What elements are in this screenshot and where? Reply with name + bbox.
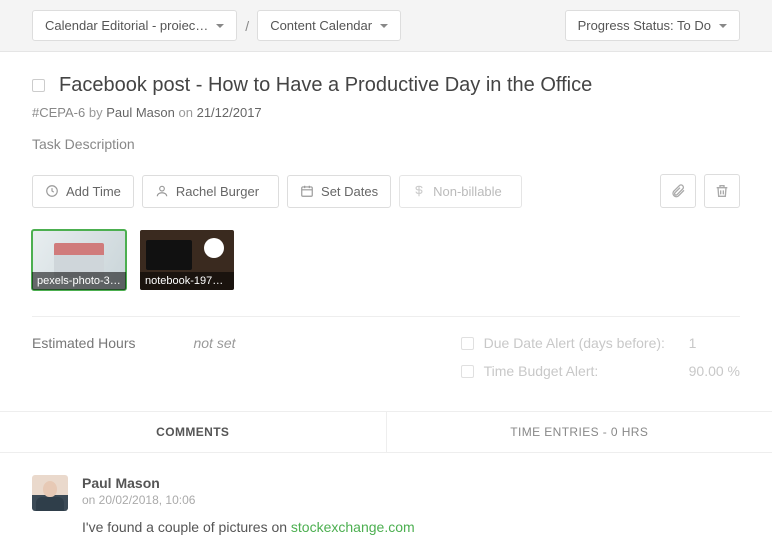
due-alert-checkbox[interactable] <box>461 337 474 350</box>
billable-dropdown[interactable]: Non-billable <box>399 175 522 208</box>
attachment-name: pexels-photo-3… <box>32 272 126 290</box>
status-dropdown-label: Progress Status: To Do <box>578 18 711 33</box>
task-created-date: 21/12/2017 <box>197 105 262 120</box>
attach-button[interactable] <box>660 174 696 208</box>
task-complete-checkbox[interactable] <box>32 79 45 92</box>
person-icon <box>155 184 169 198</box>
calendar-dropdown[interactable]: Content Calendar <box>257 10 401 41</box>
tab-comments[interactable]: COMMENTS <box>0 412 387 452</box>
attachment-name: notebook-1971… <box>140 272 234 290</box>
comment-timestamp: on 20/02/2018, 10:06 <box>82 493 415 507</box>
delete-button[interactable] <box>704 174 740 208</box>
attachment-thumb[interactable]: pexels-photo-3… <box>32 230 126 290</box>
add-time-button[interactable]: Add Time <box>32 175 134 208</box>
chevron-down-icon <box>380 24 388 28</box>
task-description[interactable]: Task Description <box>32 136 740 152</box>
task-author: Paul Mason <box>106 105 175 120</box>
chevron-down-icon <box>216 24 224 28</box>
comment-author: Paul Mason <box>82 475 415 491</box>
assignee-dropdown[interactable]: Rachel Burger <box>142 175 279 208</box>
comment: Paul Mason on 20/02/2018, 10:06 I've fou… <box>32 475 740 535</box>
due-alert-label: Due Date Alert (days before): <box>484 335 679 351</box>
estimated-hours-value[interactable]: not set <box>193 335 235 351</box>
paperclip-icon <box>670 183 686 199</box>
set-dates-button[interactable]: Set Dates <box>287 175 391 208</box>
estimated-hours-label: Estimated Hours <box>32 335 135 351</box>
budget-alert-checkbox[interactable] <box>461 365 474 378</box>
task-id: #CEPA-6 <box>32 105 85 120</box>
budget-alert-value: 90.00 % <box>689 363 740 379</box>
dollar-icon <box>412 184 426 198</box>
comment-text: I've found a couple of pictures on stock… <box>82 519 415 535</box>
task-meta: #CEPA-6 by Paul Mason on 21/12/2017 <box>32 105 740 120</box>
calendar-icon <box>300 184 314 198</box>
status-dropdown[interactable]: Progress Status: To Do <box>565 10 740 41</box>
calendar-dropdown-label: Content Calendar <box>270 18 372 33</box>
project-dropdown[interactable]: Calendar Editorial - proiec… <box>32 10 237 41</box>
task-title: Facebook post - How to Have a Productive… <box>59 74 592 97</box>
trash-icon <box>714 183 730 199</box>
tab-time-entries[interactable]: TIME ENTRIES - 0 HRS <box>387 412 772 452</box>
avatar <box>32 475 68 511</box>
due-alert-value: 1 <box>689 335 697 351</box>
attachment-thumb[interactable]: notebook-1971… <box>140 230 234 290</box>
chevron-down-icon <box>719 24 727 28</box>
project-dropdown-label: Calendar Editorial - proiec… <box>45 18 208 33</box>
clock-icon <box>45 184 59 198</box>
breadcrumb-sep: / <box>245 18 249 34</box>
comment-link[interactable]: stockexchange.com <box>291 519 415 535</box>
budget-alert-label: Time Budget Alert: <box>484 363 679 379</box>
